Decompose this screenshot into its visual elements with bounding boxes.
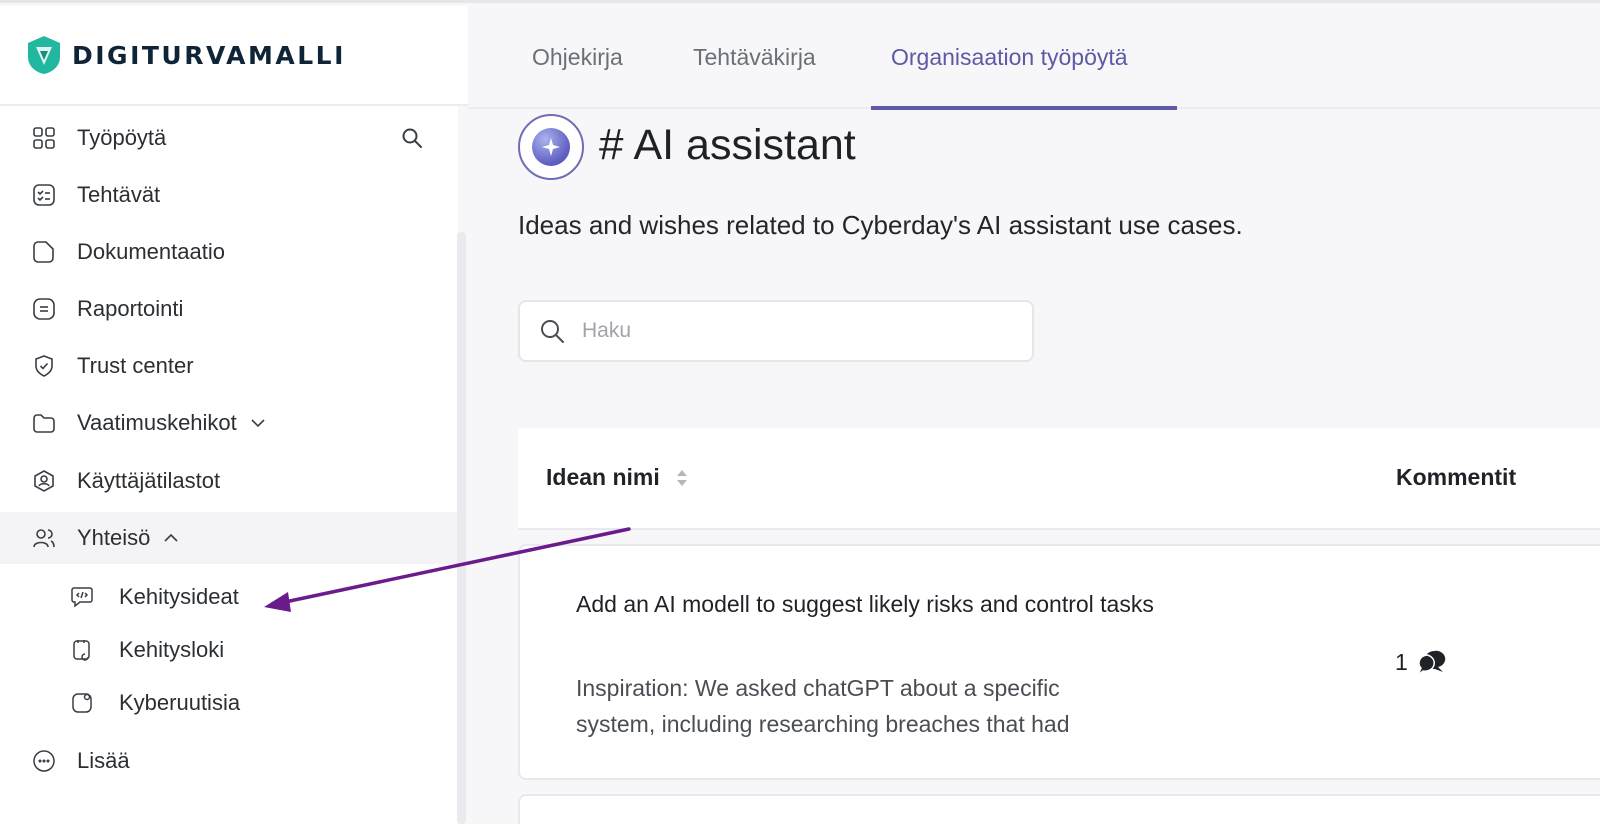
main-content: # AI assistant Ideas and wishes related …	[468, 106, 1600, 824]
sidebar-item-kehitysideat[interactable]: Kehitysideat	[0, 571, 458, 623]
column-header-label: Idean nimi	[546, 464, 660, 490]
folder-icon	[31, 410, 57, 436]
channel-title-text: AI assistant	[633, 120, 856, 169]
tab-ohjekirja[interactable]: Ohjekirja	[532, 44, 623, 71]
channel-avatar	[518, 114, 584, 180]
sidebar-item-label: Yhteisö	[77, 525, 151, 550]
sidebar: Työpöytä Tehtävät Dokumentaatio Raportoi…	[0, 106, 458, 824]
table-row[interactable]: Add an AI modell to suggest likely risks…	[518, 544, 1600, 780]
search-icon	[541, 320, 564, 343]
sidebar-item-label: Dokumentaatio	[77, 239, 225, 264]
code-chat-icon	[69, 584, 95, 610]
sidebar-item-tehtavat[interactable]: Tehtävät	[0, 169, 458, 221]
sidebar-item-label: Käyttäjätilastot	[77, 468, 221, 493]
brand-name: DIGITURVAMALLI	[72, 40, 346, 70]
sidebar-item-trust-center[interactable]: Trust center	[0, 340, 458, 392]
comment-count-value: 1	[1395, 648, 1408, 675]
sidebar-item-label: Tehtävät	[77, 182, 161, 207]
sidebar-item-raportointi[interactable]: Raportointi	[0, 283, 458, 335]
table-row[interactable]	[518, 794, 1600, 824]
log-icon	[69, 637, 95, 663]
sidebar-item-label: Trust center	[77, 353, 194, 378]
more-icon	[31, 748, 57, 774]
shield-logo-icon	[28, 36, 60, 74]
sidebar-item-label: Vaatimuskehikot	[77, 410, 237, 435]
tab-tehtavakirja[interactable]: Tehtäväkirja	[693, 44, 816, 71]
column-header-kommentit[interactable]: Kommentit	[1396, 464, 1516, 491]
brand[interactable]: DIGITURVAMALLI	[0, 6, 468, 106]
sidebar-item-label: Kyberuutisia	[119, 690, 241, 715]
channel-description: Ideas and wishes related to Cyberday's A…	[518, 210, 1243, 240]
sidebar-item-tyopoyta[interactable]: Työpöytä	[0, 112, 458, 164]
comments-icon	[1417, 650, 1446, 676]
checklist-icon	[31, 182, 57, 208]
idea-title[interactable]: Add an AI modell to suggest likely risks…	[576, 586, 1176, 622]
top-header: DIGITURVAMALLI Ohjekirja Tehtäväkirja Or…	[0, 0, 1600, 110]
sidebar-item-lisaa[interactable]: Lisää	[0, 735, 458, 787]
sidebar-item-kehitysloki[interactable]: Kehitysloki	[0, 624, 458, 676]
column-header-idean-nimi[interactable]: Idean nimi	[546, 464, 690, 491]
sort-icon[interactable]	[674, 465, 690, 491]
search-field[interactable]	[518, 300, 1034, 362]
sidebar-item-kyberuutisia[interactable]: Kyberuutisia	[0, 677, 458, 729]
sidebar-item-yhteiso[interactable]: Yhteisö	[0, 512, 458, 564]
hash-symbol: #	[599, 120, 624, 169]
sidebar-item-label: Raportointi	[77, 296, 184, 321]
page-title: # AI assistant	[599, 120, 856, 170]
grid-icon	[31, 125, 57, 151]
news-icon	[69, 690, 95, 716]
user-badge-icon	[31, 468, 57, 494]
sidebar-item-label: Lisää	[77, 748, 130, 773]
search-input[interactable]	[582, 319, 982, 343]
people-icon	[31, 525, 57, 551]
table-header: Idean nimi Kommentit	[518, 428, 1600, 530]
sidebar-item-kayttajatilastot[interactable]: Käyttäjätilastot	[0, 455, 458, 507]
sidebar-item-dokumentaatio[interactable]: Dokumentaatio	[0, 226, 458, 278]
tab-organisaation-tyopoyta[interactable]: Organisaation työpöytä	[891, 44, 1128, 71]
sidebar-item-label: Kehitysloki	[119, 637, 225, 662]
document-icon	[31, 239, 57, 265]
sidebar-item-vaatimuskehikot[interactable]: Vaatimuskehikot	[0, 397, 458, 449]
sparkle-icon	[542, 138, 560, 156]
comment-count: 1	[1395, 648, 1446, 676]
shield-icon	[31, 353, 57, 379]
sidebar-item-label: Työpöytä	[77, 125, 167, 150]
idea-description: Inspiration: We asked chatGPT about a sp…	[576, 675, 1070, 737]
sidebar-scrollbar[interactable]	[457, 232, 466, 824]
chevron-down-icon[interactable]	[249, 414, 267, 432]
sidebar-item-label: Kehitysideat	[119, 584, 239, 609]
report-icon	[31, 296, 57, 322]
chevron-up-icon[interactable]	[162, 529, 180, 547]
top-navigation: Ohjekirja Tehtäväkirja Organisaation työ…	[468, 6, 1600, 109]
